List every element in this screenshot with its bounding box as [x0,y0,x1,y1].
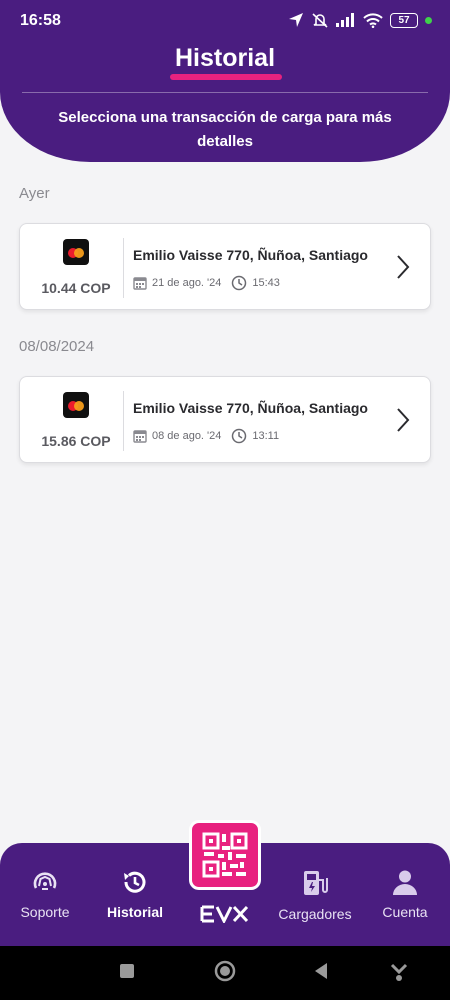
mute-icon [312,13,328,28]
nav-item-soporte[interactable]: Soporte [12,868,78,920]
transaction-date: 21 de ago. '24 [152,277,222,289]
recents-icon[interactable] [118,961,136,979]
clock-icon [232,428,247,444]
transaction-card[interactable]: 15.86 COP Emilio Vaisse 770, Ñuñoa, Sant… [19,376,431,463]
clock-icon [232,275,247,291]
mastercard-icon [63,239,89,265]
transaction-time: 15:43 [252,277,280,289]
home-icon[interactable] [213,959,237,983]
chevron-right-icon[interactable] [396,254,410,280]
keyboard-hide-icon[interactable] [389,961,409,983]
nav-item-historial[interactable]: Historial [100,868,170,920]
header-subtitle: Selecciona una transacción de carga para… [58,109,392,150]
page-title: Historial [174,44,276,72]
card-divider [123,391,124,451]
nav-label-cargadores: Cargadores [278,906,352,922]
header-divider [22,92,428,93]
title-underline [170,74,282,80]
nav-item-cargadores[interactable]: Cargadores [275,868,355,922]
card-left: 15.86 COP [20,377,123,462]
battery-indicator: 57 [390,12,418,28]
evx-logo [200,905,249,923]
chevron-right-icon[interactable] [396,407,410,433]
transaction-amount: 15.86 COP [41,433,111,449]
transaction-card[interactable]: 10.44 COP Emilio Vaisse 770, Ñuñoa, Sant… [19,223,431,310]
transaction-meta: 08 de ago. '24 13:11 [133,428,279,444]
history-icon [124,871,146,893]
transaction-address: Emilio Vaisse 770, Ñuñoa, Santiago [133,247,368,263]
wifi-icon [363,12,383,28]
privacy-dot [425,16,432,24]
signal-icon [336,13,354,27]
system-nav-bar [0,946,450,1000]
qr-scan-button[interactable] [189,820,261,890]
status-icons: 57 [288,12,432,28]
support-icon [33,872,57,890]
header: 16:58 57 Historial Selecciona una transa… [0,0,450,162]
card-left: 10.44 COP [20,224,123,309]
transaction-date: 08 de ago. '24 [152,430,222,442]
nav-label-soporte: Soporte [20,904,70,920]
back-icon[interactable] [312,961,330,981]
transaction-address: Emilio Vaisse 770, Ñuñoa, Santiago [133,400,368,416]
location-arrow-icon [289,13,303,27]
qr-code-icon [202,832,248,878]
section-label-date: 08/08/2024 [19,338,95,355]
card-divider [123,238,124,298]
nav-label-cuenta: Cuenta [382,904,428,920]
section-label-ayer: Ayer [19,185,50,202]
status-time: 16:58 [20,12,61,29]
status-bar: 16:58 57 [0,0,450,44]
nav-item-cuenta[interactable]: Cuenta [372,868,438,920]
calendar-icon [133,277,147,290]
charger-icon [304,871,328,895]
transaction-time: 13:11 [252,430,280,442]
user-icon [393,870,417,895]
calendar-icon [133,430,147,443]
nav-label-historial: Historial [106,904,163,920]
transaction-amount: 10.44 COP [41,280,111,296]
mastercard-icon [63,392,89,418]
transaction-meta: 21 de ago. '24 15:43 [133,275,280,291]
